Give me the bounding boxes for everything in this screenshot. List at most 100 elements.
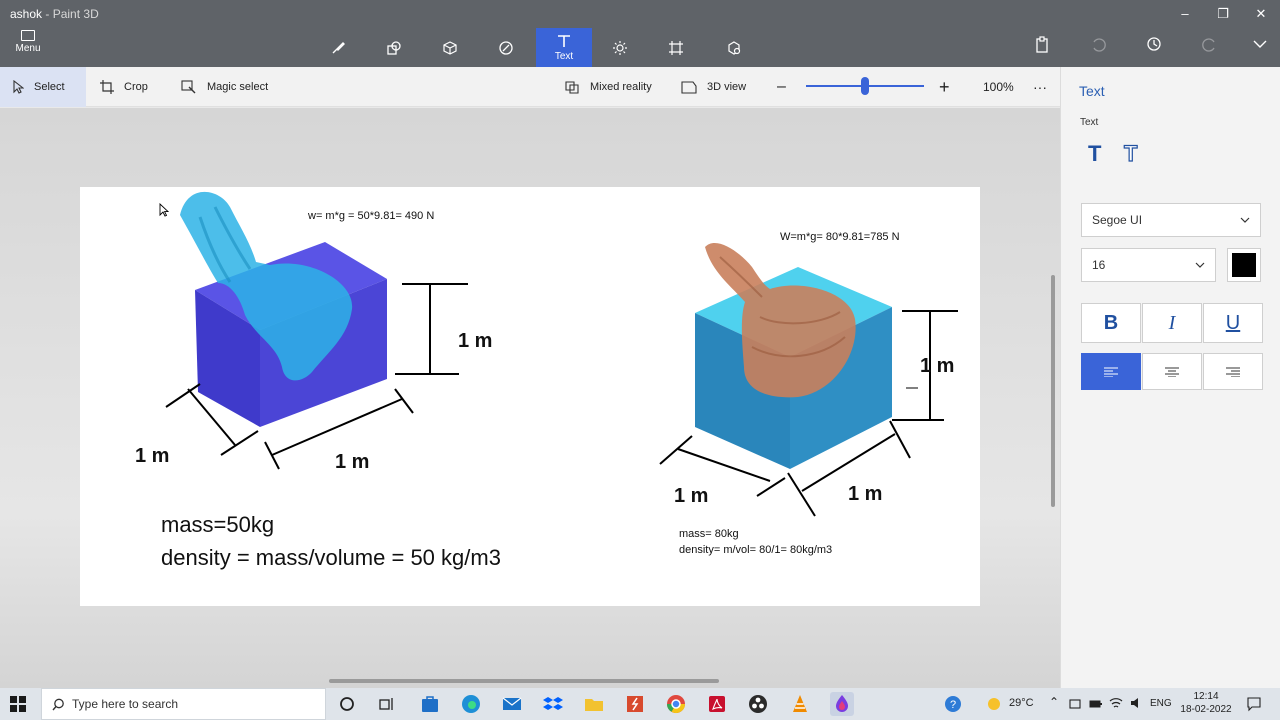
file-explorer-icon[interactable]: [582, 692, 606, 716]
2d-text-icon[interactable]: T: [1088, 141, 1101, 167]
text-tool[interactable]: Text: [536, 28, 592, 67]
dropbox-icon[interactable]: [541, 692, 565, 716]
brush-icon: [332, 42, 345, 54]
align-center-button[interactable]: [1142, 353, 1202, 390]
align-left-icon: [1104, 367, 1118, 377]
3d-shapes-tool[interactable]: [422, 28, 478, 67]
stickers-tool[interactable]: [478, 28, 534, 67]
sticker-icon: [499, 41, 513, 55]
right-width-label: 1 m: [848, 483, 883, 505]
chrome-browser-icon[interactable]: [664, 692, 688, 716]
canvas-tool[interactable]: [648, 28, 704, 67]
3d-view-button[interactable]: 3D view: [681, 67, 746, 107]
mass-left-label: mass=50kg: [161, 512, 275, 537]
text-color-picker[interactable]: [1227, 248, 1261, 282]
volume-icon[interactable]: [1129, 696, 1143, 715]
search-icon: [52, 698, 64, 711]
language-indicator[interactable]: ENG: [1150, 698, 1172, 709]
more-options-button[interactable]: ···: [1033, 67, 1047, 107]
font-size-select[interactable]: 16: [1081, 248, 1216, 282]
crop-button[interactable]: Crop: [100, 67, 148, 107]
document-name: ashok: [10, 7, 43, 21]
sun-icon: [613, 41, 627, 55]
cube-icon: [443, 41, 457, 55]
redo-icon[interactable]: [1198, 36, 1222, 60]
align-left-button[interactable]: [1081, 353, 1141, 390]
chevron-up-icon[interactable]: ⌃: [1049, 695, 1059, 709]
magic-select-button[interactable]: Magic select: [181, 67, 268, 107]
help-icon[interactable]: ?: [944, 695, 962, 718]
tray-app-icon[interactable]: [1069, 697, 1081, 715]
3d-view-label: 3D view: [707, 81, 747, 93]
3d-text-icon[interactable]: T: [1123, 140, 1138, 167]
chevron-down-icon: [1195, 262, 1205, 268]
menu-button[interactable]: Menu: [8, 30, 48, 64]
font-family-select[interactable]: Segoe UI: [1081, 203, 1261, 237]
text-t-icon: [558, 35, 570, 47]
brushes-tool[interactable]: [310, 28, 366, 67]
canvas-icon: [669, 41, 683, 55]
density-right-label: density= m/vol= 80/1= 80kg/m3: [679, 544, 833, 556]
weather-sun-icon[interactable]: [986, 696, 1002, 717]
obs-studio-icon[interactable]: [746, 692, 770, 716]
italic-button[interactable]: I: [1142, 303, 1202, 343]
battery-icon[interactable]: [1089, 697, 1103, 715]
notifications-icon[interactable]: [1246, 696, 1262, 717]
taskbar: Type here to search ? 29°C ⌃ ENG 12:14 1…: [0, 688, 1280, 720]
window-title: ashok - Paint 3D: [10, 7, 99, 21]
svg-text:?: ?: [950, 699, 956, 711]
library-icon: [728, 41, 741, 55]
text-tool-label: Text: [554, 51, 574, 62]
paint-3d-taskbar-icon[interactable]: [830, 692, 854, 716]
select-button[interactable]: Select: [0, 67, 86, 107]
zoom-in-button[interactable]: +: [939, 67, 950, 107]
chevron-down-icon[interactable]: [1248, 36, 1272, 60]
pdf-reader-app-icon[interactable]: [623, 692, 647, 716]
canvas-drawing: [165, 191, 958, 517]
mail-app-icon[interactable]: [500, 692, 524, 716]
crop-icon: [100, 80, 114, 94]
zoom-slider-thumb[interactable]: [861, 77, 869, 95]
vertical-scrollbar[interactable]: [1051, 275, 1055, 507]
font-size-value: 16: [1092, 258, 1106, 272]
start-button[interactable]: [10, 696, 26, 717]
app-name: Paint 3D: [52, 7, 99, 21]
pointer-icon: [13, 80, 24, 94]
drawing-canvas[interactable]: w= m*g = 50*9.81= 490 N W=m*g= 80*9.81=7…: [80, 187, 980, 606]
zoom-out-button[interactable]: –: [777, 67, 786, 107]
mass-right-label: mass= 80kg: [679, 528, 739, 540]
edge-browser-icon[interactable]: [459, 692, 483, 716]
mixed-reality-label: Mixed reality: [590, 81, 652, 93]
command-bar: Select Crop Magic select Mixed reality 3…: [0, 67, 1060, 107]
horizontal-scrollbar[interactable]: [329, 679, 719, 683]
cortana-icon[interactable]: [335, 692, 359, 716]
task-view-icon[interactable]: [374, 692, 398, 716]
bold-button[interactable]: B: [1081, 303, 1141, 343]
paste-icon[interactable]: [1030, 36, 1054, 60]
weight-right-label: W=m*g= 80*9.81=785 N: [780, 231, 900, 243]
close-button[interactable]: ✕: [1244, 4, 1278, 24]
right-depth-label: 1 m: [674, 485, 709, 507]
3d-library-tool[interactable]: [706, 28, 762, 67]
windows-logo-icon: [10, 696, 26, 712]
select-label: Select: [34, 81, 65, 93]
align-right-button[interactable]: [1203, 353, 1263, 390]
vlc-player-icon[interactable]: [788, 692, 812, 716]
2d-shapes-tool[interactable]: [366, 28, 422, 67]
undo-icon[interactable]: [1086, 36, 1110, 60]
crop-label: Crop: [124, 81, 148, 93]
maximize-button[interactable]: ❐: [1206, 4, 1240, 24]
history-icon[interactable]: [1142, 36, 1166, 60]
mouse-cursor-icon: [159, 202, 170, 222]
minimize-button[interactable]: –: [1168, 4, 1202, 24]
taskbar-clock[interactable]: 12:14 18-02-2022: [1180, 690, 1232, 716]
clock-date: 18-02-2022: [1180, 704, 1232, 715]
acrobat-icon[interactable]: [705, 692, 729, 716]
wifi-icon[interactable]: [1109, 696, 1123, 715]
store-app-icon[interactable]: [418, 692, 442, 716]
taskbar-search-box[interactable]: Type here to search: [41, 688, 326, 720]
mixed-reality-button[interactable]: Mixed reality: [564, 67, 652, 107]
effects-tool[interactable]: [592, 28, 648, 67]
left-height-label: 1 m: [458, 330, 493, 352]
underline-button[interactable]: U: [1203, 303, 1263, 343]
